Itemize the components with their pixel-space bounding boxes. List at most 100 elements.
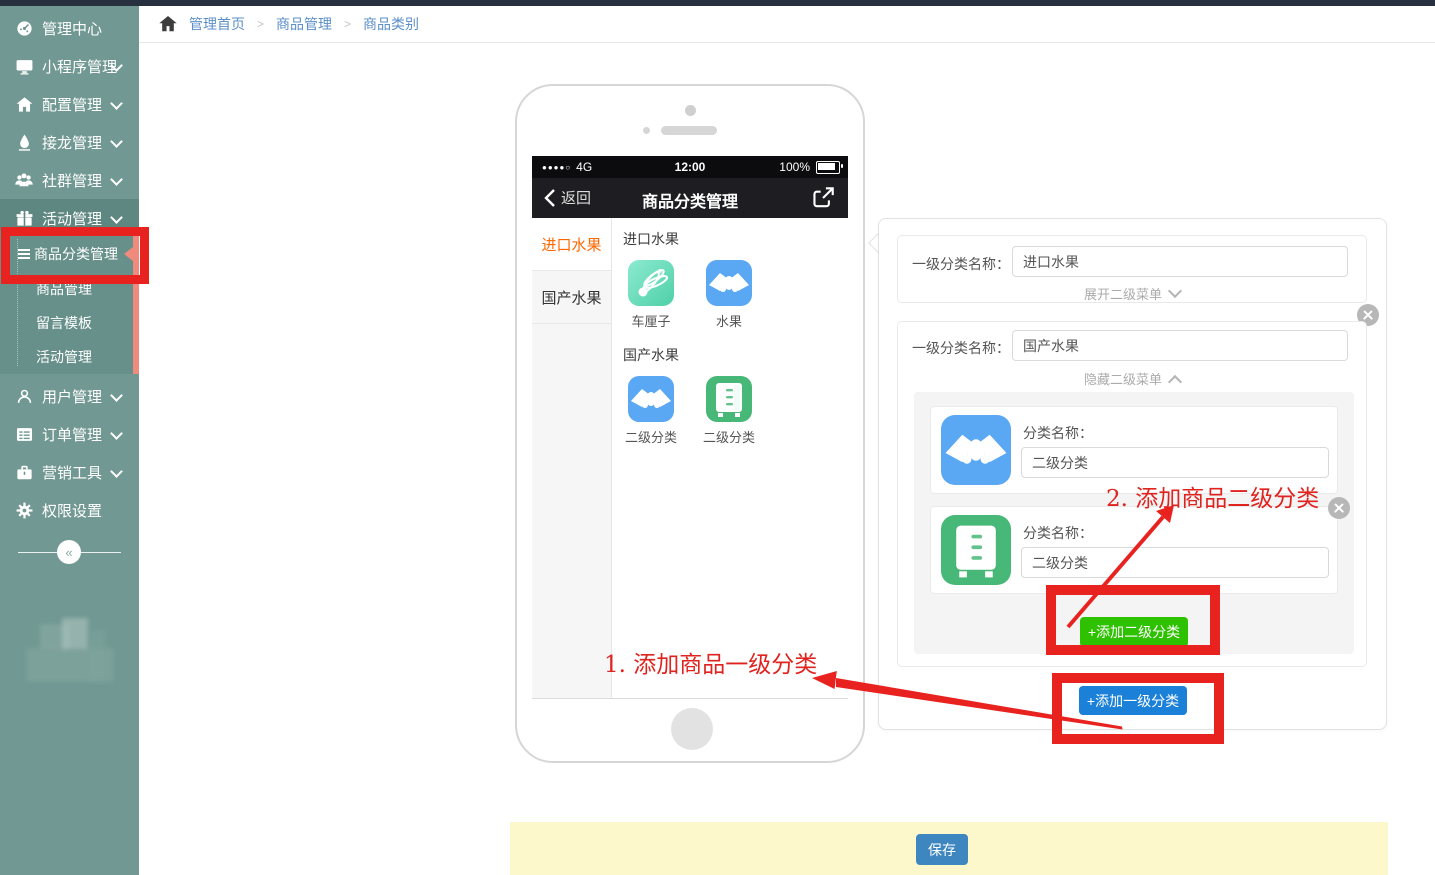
sidebar-subitem-product-category[interactable]: 商品分类管理	[0, 236, 133, 271]
chevron-down-icon	[1168, 284, 1182, 298]
expand-submenu-toggle[interactable]: 展开二级菜单	[898, 284, 1366, 303]
handshake-icon[interactable]	[941, 415, 1011, 485]
chevron-down-icon	[110, 465, 123, 478]
add-primary-category-button[interactable]: +添加一级分类	[1079, 686, 1187, 715]
sidebar-item-label: 接龙管理	[42, 132, 102, 153]
cabinet-icon[interactable]	[706, 376, 752, 422]
chevron-down-icon	[110, 389, 123, 402]
phone-home-button[interactable]	[671, 708, 713, 750]
battery-percent-label: 100%	[779, 160, 810, 174]
sidebar-item-miniprogram[interactable]: 小程序管理	[0, 47, 139, 85]
secondary-category-name-input-1[interactable]	[1021, 447, 1329, 478]
chevron-up-icon	[1168, 375, 1182, 389]
sidebar-submenu-activity: 商品分类管理 商品管理 留言模板 活动管理	[0, 231, 139, 374]
tab-domestic-fruit[interactable]: 国产水果	[532, 271, 611, 324]
breadcrumb-link-product-manage[interactable]: 商品管理	[276, 14, 332, 34]
annotation-step1-text: 1. 添加商品一级分类	[604, 645, 817, 679]
phone-category-tabs: 进口水果 国产水果	[532, 218, 612, 698]
secondary-category-panel: 分类名称： 分类名称： +添加二级分类	[914, 392, 1354, 654]
handshake-icon[interactable]	[628, 376, 674, 422]
sidebar-item-label: 用户管理	[42, 386, 102, 407]
primary-category-name-input-1[interactable]	[1012, 246, 1348, 277]
sidebar-item-jielong[interactable]: 接龙管理	[0, 123, 139, 161]
order-list-icon	[14, 424, 34, 444]
section-title: 国产水果	[623, 345, 679, 365]
sidebar-item-label: 活动管理	[42, 208, 102, 229]
sidebar-item-admin-center[interactable]: 管理中心	[0, 9, 139, 47]
sidebar-subitem-label: 留言模板	[36, 313, 92, 333]
chevron-down-icon	[110, 97, 123, 110]
home-icon	[14, 94, 34, 114]
field-label: 一级分类名称：	[908, 254, 1010, 274]
watermark-logo	[88, 630, 106, 682]
phone-camera-dot	[685, 105, 696, 116]
breadcrumb-link-home[interactable]: 管理首页	[189, 14, 245, 34]
sidebar-subitem-message-template[interactable]: 留言模板	[0, 305, 133, 340]
remove-secondary-category-button[interactable]	[1328, 497, 1350, 519]
secondary-category-name-input-2[interactable]	[1021, 547, 1329, 578]
category-item-label: 车厘子	[616, 311, 686, 330]
handshake-icon[interactable]	[706, 260, 752, 306]
user-icon	[14, 386, 34, 406]
chevron-down-icon	[110, 135, 123, 148]
users-icon	[14, 170, 34, 190]
sidebar-subitem-product[interactable]: 商品管理	[0, 271, 133, 306]
dashboard-icon	[14, 18, 34, 38]
category-item-label: 水果	[694, 311, 764, 330]
field-label: 分类名称：	[1023, 523, 1093, 543]
category-form-panel: 一级分类名称： 展开二级菜单 一级分类名称： 隐藏二级菜单 分	[878, 218, 1387, 730]
sidebar-item-label: 社群管理	[42, 170, 102, 191]
sidebar-collapse-button[interactable]: «	[57, 540, 81, 564]
primary-category-name-input-2[interactable]	[1012, 330, 1348, 361]
add-secondary-category-button[interactable]: +添加二级分类	[1080, 617, 1188, 647]
sidebar-item-label: 权限设置	[42, 500, 102, 521]
category-item-label: 二级分类	[694, 427, 764, 446]
sidebar-item-config[interactable]: 配置管理	[0, 85, 139, 123]
phone-speaker	[661, 126, 717, 135]
phone-category-content: 进口水果 车厘子 水果 国产水果 二级分类	[612, 218, 848, 698]
watermark-logo	[62, 618, 88, 650]
category-item-label: 二级分类	[616, 427, 686, 446]
sidebar-item-permission[interactable]: 权限设置	[0, 491, 139, 529]
phone-status-bar: ●●●●○ 4G 12:00 100%	[532, 156, 848, 178]
sidebar-item-label: 管理中心	[42, 18, 102, 39]
field-label: 一级分类名称：	[908, 338, 1010, 358]
breadcrumb-separator: >	[257, 17, 264, 31]
sidebar-item-community[interactable]: 社群管理	[0, 161, 139, 199]
sidebar-item-order[interactable]: 订单管理	[0, 415, 139, 453]
hide-submenu-toggle[interactable]: 隐藏二级菜单	[898, 369, 1366, 388]
monitor-icon	[14, 56, 34, 76]
gift-icon	[14, 208, 34, 228]
section-title: 进口水果	[623, 229, 679, 249]
ink-drop-icon	[14, 132, 34, 152]
share-icon[interactable]	[811, 185, 836, 215]
sidebar-item-marketing[interactable]: 营销工具	[0, 453, 139, 491]
cabinet-icon[interactable]	[941, 515, 1011, 585]
breadcrumb: 管理首页 > 商品管理 > 商品类别	[139, 6, 1435, 43]
toggle-label: 展开二级菜单	[1084, 287, 1162, 302]
sidebar-subitem-label: 商品管理	[36, 279, 92, 299]
briefcase-icon	[14, 462, 34, 482]
sidebar-item-label: 小程序管理	[42, 56, 117, 77]
phone-screen: ●●●●○ 4G 12:00 100% 返回 商品分类管理	[532, 156, 848, 699]
sidebar-item-label: 订单管理	[42, 424, 102, 445]
menu-bars-icon	[18, 249, 30, 259]
breadcrumb-separator: >	[344, 17, 351, 31]
tab-imported-fruit[interactable]: 进口水果	[532, 218, 611, 271]
chevron-down-icon	[110, 427, 123, 440]
sidebar-item-user[interactable]: 用户管理	[0, 377, 139, 415]
sidebar-subitem-activity-manage[interactable]: 活动管理	[0, 339, 133, 374]
sidebar-subitem-label: 活动管理	[36, 347, 92, 367]
battery-icon	[816, 161, 840, 174]
save-bar: 保存	[510, 822, 1388, 875]
active-submenu-arrow	[124, 247, 133, 261]
breadcrumb-link-product-category[interactable]: 商品类别	[363, 14, 419, 34]
secondary-category-row: 分类名称：	[930, 506, 1338, 594]
shuttlecock-icon[interactable]	[628, 260, 674, 306]
sidebar: 管理中心 小程序管理 配置管理 接龙管理 社群管理	[0, 6, 139, 875]
phone-nav-bar: 返回 商品分类管理	[532, 178, 848, 218]
phone-body: 进口水果 国产水果 进口水果 车厘子 水果 国产水果	[532, 218, 848, 698]
save-button[interactable]: 保存	[916, 834, 968, 865]
page: 管理中心 小程序管理 配置管理 接龙管理 社群管理	[0, 0, 1435, 875]
field-label: 分类名称：	[1023, 423, 1093, 443]
